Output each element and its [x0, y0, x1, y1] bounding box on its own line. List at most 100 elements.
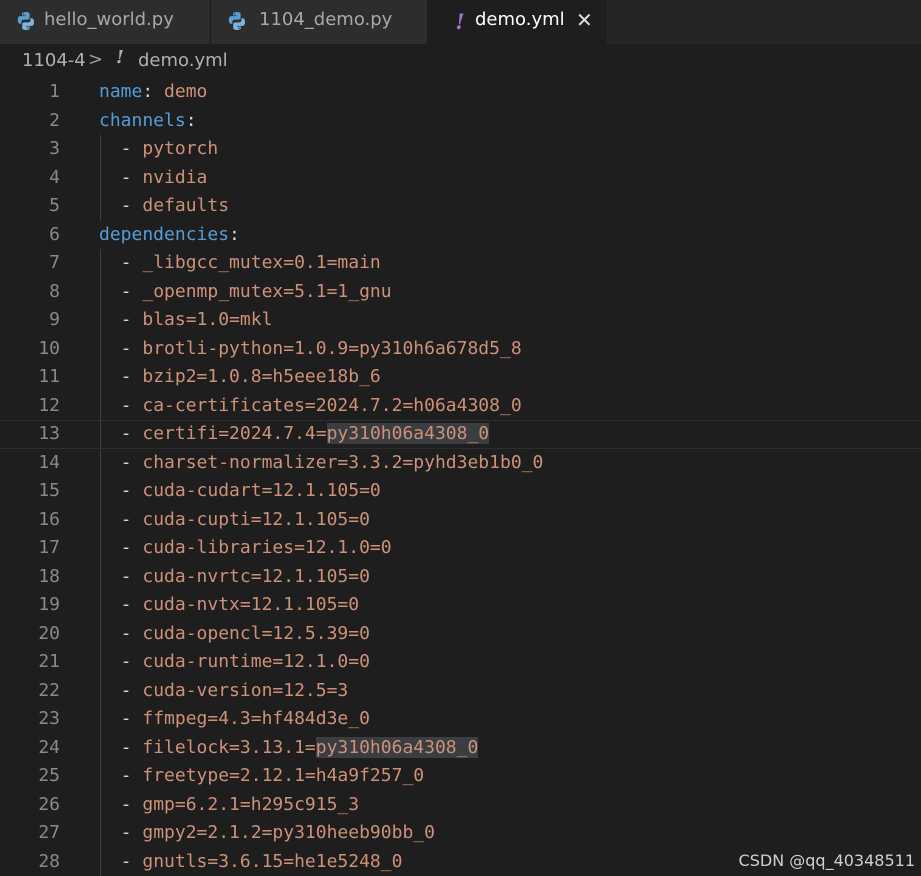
list-dash: - [99, 508, 143, 530]
yaml-value: brotli-python=1.0.9=py310h6a678d5_8 [142, 337, 522, 359]
yaml-value: certifi=2024.7.4= [142, 423, 327, 444]
line-number: 6 [49, 223, 60, 245]
line-number: 22 [38, 679, 60, 701]
list-dash: - [99, 736, 143, 758]
list-dash: - [99, 651, 143, 672]
yaml-colon: : [229, 223, 240, 245]
code-line: 9 - blas=1.0=mkl [0, 306, 921, 335]
breadcrumb-folder[interactable]: 1104-4 [22, 50, 86, 71]
list-dash: - [99, 622, 143, 644]
line-number: 17 [38, 537, 60, 558]
code-line: 19 - cuda-nvtx=12.1.105=0 [0, 591, 921, 620]
list-dash: - [99, 366, 143, 387]
code-line: 22 - cuda-version=12.5=3 [0, 677, 921, 706]
tab-label: demo.yml [475, 9, 565, 30]
breadcrumb-file[interactable]: demo.yml [138, 50, 228, 71]
code-editor[interactable]: 1 name: demo 2 channels: 3 - pytorch 4 -… [0, 78, 921, 876]
yaml-value: gmpy2=2.1.2=py310heeb90bb_0 [142, 822, 435, 843]
code-line: 1 name: demo [0, 78, 921, 107]
yaml-value: cuda-libraries=12.1.0=0 [142, 537, 392, 558]
yaml-value: pytorch [142, 138, 219, 159]
line-number: 19 [38, 594, 60, 615]
line-number: 8 [49, 280, 60, 302]
list-dash: - [99, 793, 143, 815]
tab-demo-yml[interactable]: ! demo.yml ✕ [428, 0, 606, 44]
list-dash: - [99, 565, 143, 587]
list-dash: - [99, 822, 143, 843]
code-line: 7 - _libgcc_mutex=0.1=main [0, 249, 921, 278]
code-line: 6 dependencies: [0, 221, 921, 250]
list-dash: - [99, 252, 143, 273]
yaml-value: ffmpeg=4.3=hf484d3e_0 [142, 708, 370, 729]
yaml-value: defaults [142, 195, 230, 216]
yaml-value: _libgcc_mutex=0.1=main [142, 252, 381, 273]
line-number: 23 [38, 708, 60, 729]
line-number: 25 [38, 765, 60, 786]
yaml-value: bzip2=1.0.8=h5eee18b_6 [142, 366, 381, 387]
code-line: 8 - _openmp_mutex=5.1=1_gnu [0, 278, 921, 307]
line-number: 28 [38, 850, 60, 872]
code-line: 12 - ca-certificates=2024.7.2=h06a4308_0 [0, 392, 921, 421]
list-dash: - [99, 195, 143, 216]
editor-tab-bar: hello_world.py 1104_demo.py ! demo.yml ✕ [0, 0, 921, 44]
code-line: 18 - cuda-nvrtc=12.1.105=0 [0, 563, 921, 592]
breadcrumb: 1104-4 > ! demo.yml [0, 44, 921, 78]
list-dash: - [99, 138, 143, 159]
yaml-value: blas=1.0=mkl [142, 309, 273, 330]
yaml-value: gmp=6.2.1=h295c915_3 [142, 793, 360, 815]
yaml-key: name [99, 81, 143, 102]
line-number: 5 [49, 195, 60, 216]
code-line: 14 - charset-normalizer=3.3.2=pyhd3eb1b0… [0, 449, 921, 478]
line-number: 10 [38, 337, 60, 359]
code-line: 25 - freetype=2.12.1=h4a9f257_0 [0, 762, 921, 791]
line-number: 7 [49, 252, 60, 273]
code-line: 2 channels: [0, 107, 921, 136]
line-number: 1 [49, 81, 60, 102]
line-number: 2 [49, 109, 60, 131]
close-tab-icon[interactable]: ✕ [576, 8, 593, 32]
yaml-key: channels [99, 109, 186, 131]
python-file-icon [227, 10, 247, 32]
yaml-value: nvidia [142, 166, 208, 188]
line-number: 24 [38, 736, 60, 758]
yaml-value: gnutls=3.6.15=he1e5248_0 [142, 850, 403, 872]
yaml-value: cuda-runtime=12.1.0=0 [142, 651, 370, 672]
list-dash: - [99, 765, 143, 786]
yaml-value: ca-certificates=2024.7.2=h06a4308_0 [142, 394, 522, 416]
yaml-file-icon: ! [455, 8, 465, 34]
line-number: 4 [49, 166, 60, 188]
tab-hello-world-py[interactable]: hello_world.py [0, 0, 211, 44]
line-number: 13 [38, 423, 60, 444]
list-dash: - [99, 423, 143, 444]
yaml-value: cuda-nvtx=12.1.105=0 [142, 594, 360, 615]
list-dash: - [99, 480, 143, 501]
line-number: 26 [38, 793, 60, 815]
code-line: 10 - brotli-python=1.0.9=py310h6a678d5_8 [0, 335, 921, 364]
code-line: 23 - ffmpeg=4.3=hf484d3e_0 [0, 705, 921, 734]
yaml-value: cuda-nvrtc=12.1.105=0 [142, 565, 370, 587]
line-number: 9 [49, 309, 60, 330]
yaml-value: cuda-cudart=12.1.105=0 [142, 480, 381, 501]
line-number: 3 [49, 138, 60, 159]
line-number: 12 [38, 394, 60, 416]
line-number: 16 [38, 508, 60, 530]
list-dash: - [99, 166, 143, 188]
list-dash: - [99, 850, 143, 872]
list-dash: - [99, 708, 143, 729]
line-number: 11 [38, 366, 60, 387]
code-line: 5 - defaults [0, 192, 921, 221]
tab-1104-demo-py[interactable]: 1104_demo.py [211, 0, 428, 44]
list-dash: - [99, 679, 143, 701]
list-dash: - [99, 337, 143, 359]
code-line: 20 - cuda-opencl=12.5.39=0 [0, 620, 921, 649]
tab-label: 1104_demo.py [259, 9, 393, 30]
code-line: 3 - pytorch [0, 135, 921, 164]
yaml-value: demo [164, 81, 208, 102]
line-number: 18 [38, 565, 60, 587]
yaml-value: freetype=2.12.1=h4a9f257_0 [142, 765, 425, 786]
list-dash: - [99, 280, 143, 302]
list-dash: - [99, 594, 143, 615]
code-line: 26 - gmp=6.2.1=h295c915_3 [0, 791, 921, 820]
yaml-value: cuda-cupti=12.1.105=0 [142, 508, 370, 530]
list-dash: - [99, 394, 143, 416]
